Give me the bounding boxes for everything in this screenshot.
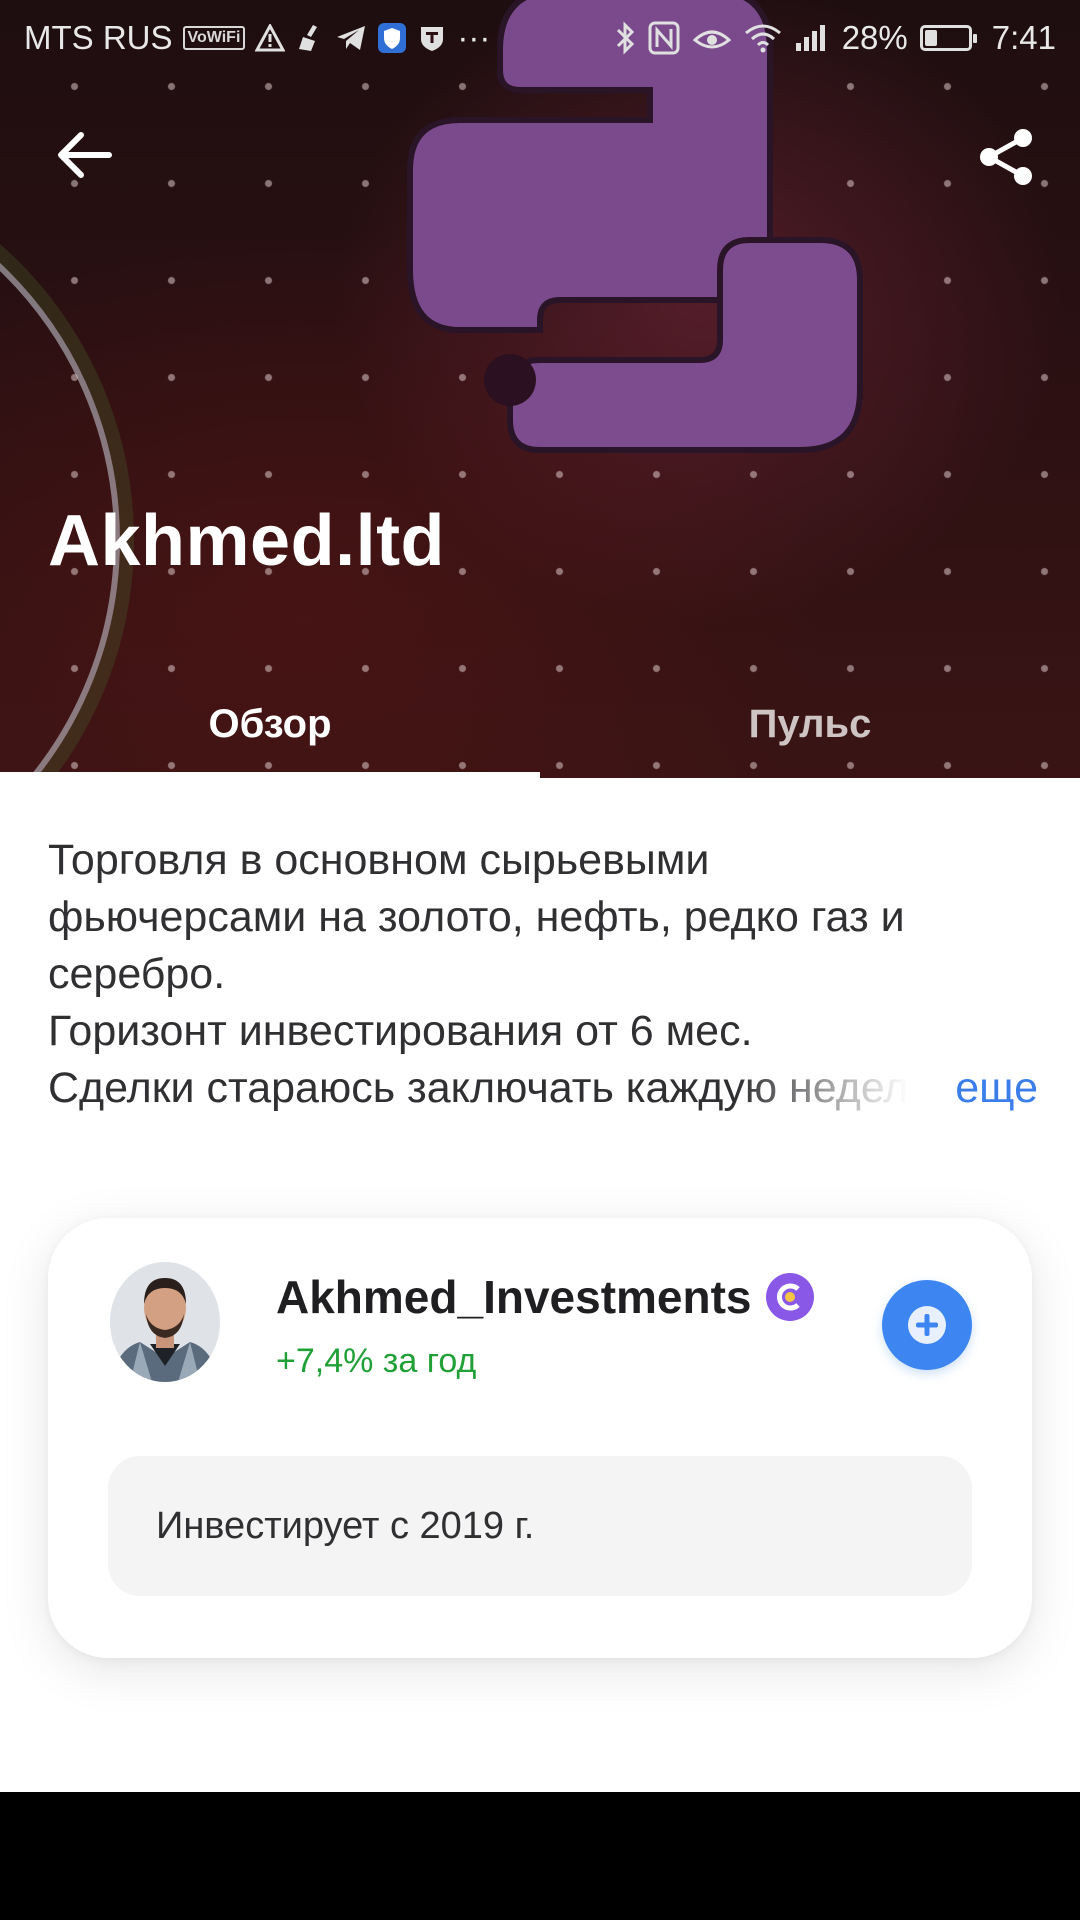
- author-name-row: Akhmed_Investments: [276, 1270, 814, 1324]
- investing-since-box: Инвестирует с 2019 г.: [108, 1456, 972, 1596]
- python-logo: [407, 0, 863, 453]
- tinkoff-icon: [417, 23, 447, 53]
- profile-header: MTS RUS VoWiFi ··· 28% 7:41 Akhmed.ltd О…: [0, 0, 1080, 778]
- more-notifications-icon: ···: [457, 19, 491, 56]
- warning-icon: [255, 24, 286, 52]
- signal-icon: [794, 23, 830, 53]
- author-card[interactable]: Akhmed_Investments +7,4% за год Инвестир…: [48, 1218, 1032, 1658]
- carrier-label: MTS RUS: [24, 19, 173, 56]
- battery-level: [924, 30, 937, 46]
- bluetooth-icon: [614, 21, 636, 55]
- description-line: Сделки стараюсь заключать каждую неделю: [48, 1064, 908, 1112]
- battery-percent: 28%: [841, 19, 908, 56]
- tab-overview[interactable]: Обзор: [0, 670, 540, 778]
- eye-comfort-icon: [692, 24, 732, 52]
- screen: MTS RUS VoWiFi ··· 28% 7:41 Akhmed.ltd О…: [0, 0, 1080, 1920]
- telegram-icon: [335, 24, 367, 52]
- share-button[interactable]: [962, 112, 1052, 202]
- description-line: Горизонт инвестирования от 6 мес.: [48, 1007, 753, 1055]
- back-button[interactable]: [40, 110, 130, 200]
- show-more-link[interactable]: еще: [955, 1060, 1038, 1117]
- page-title: Akhmed.ltd: [48, 501, 446, 581]
- description-last-line: Сделки стараюсь заключать каждую неделю …: [48, 1060, 1038, 1117]
- plus-icon: [908, 1306, 946, 1344]
- arrow-left-icon: [58, 132, 112, 178]
- description-line: фьючерсами на золото, нефть, редко газ и: [48, 893, 905, 941]
- status-bar: MTS RUS VoWiFi ··· 28% 7:41: [0, 0, 1080, 76]
- description-line: серебро.: [48, 950, 226, 998]
- description-line: Торговля в основном сырьевыми: [48, 836, 710, 884]
- navigation-bar-area: [0, 1792, 1080, 1920]
- vowifi-icon: VoWiFi: [182, 26, 246, 50]
- battery-icon: [919, 25, 977, 51]
- profile-description: Торговля в основном сырьевыми фьючерсами…: [48, 832, 1038, 1117]
- wifi-icon: [744, 23, 782, 53]
- clock: 7:41: [991, 19, 1056, 56]
- tab-bar: Обзор Пульс: [0, 670, 1080, 778]
- shield-icon: [377, 22, 407, 54]
- yearly-return: +7,4% за год: [276, 1342, 477, 1380]
- content-area: Торговля в основном сырьевыми фьючерсами…: [0, 778, 1080, 1792]
- cleaner-icon: [295, 23, 325, 53]
- nfc-icon: [648, 21, 680, 55]
- subscribe-button[interactable]: [882, 1280, 972, 1370]
- author-name: Akhmed_Investments: [276, 1271, 752, 1323]
- verified-badge-icon: [765, 1273, 814, 1321]
- tab-pulse[interactable]: Пульс: [540, 670, 1080, 778]
- avatar[interactable]: [110, 1262, 220, 1382]
- share-icon: [980, 129, 1032, 185]
- investing-since: Инвестирует с 2019 г.: [156, 1504, 535, 1547]
